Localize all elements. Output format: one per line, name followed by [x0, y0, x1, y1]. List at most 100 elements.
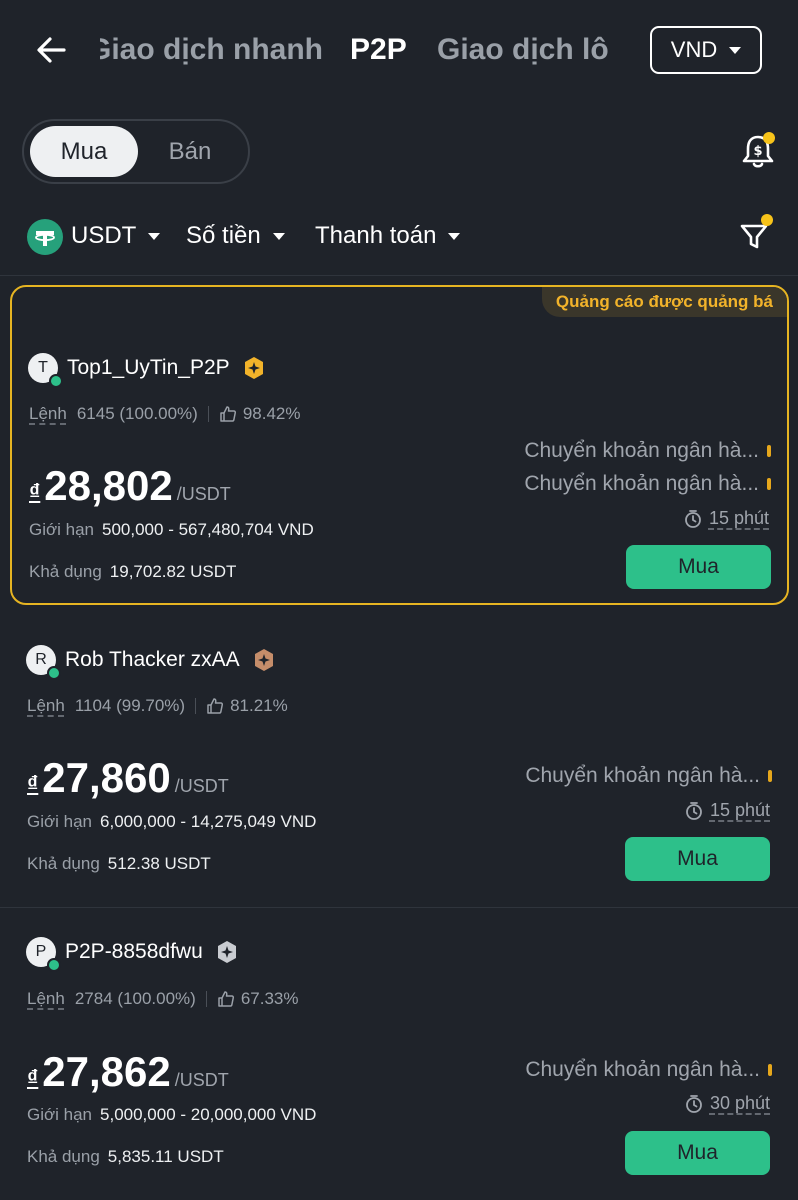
limit-label: Giới hạn: [29, 520, 95, 539]
online-status-dot: [47, 666, 61, 680]
price: ₫ 27,862 /USDT: [27, 1049, 229, 1095]
chevron-down-icon: [448, 232, 461, 240]
avatar-initial: P: [35, 943, 47, 960]
fiat-currency-select[interactable]: VND: [650, 26, 762, 74]
orders-label[interactable]: Lệnh: [29, 404, 67, 424]
buy-button[interactable]: Mua: [626, 545, 771, 589]
available-value: 512.38 USDT: [107, 854, 211, 873]
amount-filter-label: Số tiền: [186, 222, 261, 249]
payment-color-bar: [767, 445, 771, 457]
payment-method: Chuyển khoản ngân hà...: [524, 439, 771, 463]
listing-card: R Rob Thacker zxAA Lệnh 1104 (99.70%) 81…: [0, 610, 798, 906]
currency-symbol: ₫: [29, 479, 41, 504]
buy-button[interactable]: Mua: [625, 837, 770, 881]
avatar: P: [26, 937, 61, 972]
timer-icon: [686, 1094, 702, 1113]
merchant[interactable]: T Top1_UyTin_P2P: [28, 353, 266, 388]
available-row: Khả dụng 19,702.82 USDT: [29, 562, 236, 582]
merchant-name: Rob Thacker zxAA: [65, 648, 240, 671]
limit-label: Giới hạn: [27, 812, 93, 831]
timer-icon: [685, 509, 701, 528]
orders-label[interactable]: Lệnh: [27, 989, 65, 1009]
merchant-stats: Lệnh 2784 (100.00%) 67.33%: [27, 989, 298, 1009]
tab-quick-trade[interactable]: Giao dịch nhanh: [100, 30, 322, 70]
price-value: 27,862: [42, 1048, 171, 1095]
top-bar: Giao dịch nhanh P2P Giao dịch lô VND: [0, 0, 798, 100]
sell-toggle-button[interactable]: Bán: [158, 126, 222, 177]
stats-separator: [207, 406, 209, 422]
svg-text:$: $: [753, 144, 762, 159]
limit-row: Giới hạn 6,000,000 - 14,275,049 VND: [27, 812, 316, 832]
orders-count: 6145 (100.00%): [76, 404, 198, 423]
available-row: Khả dụng 512.38 USDT: [27, 854, 211, 874]
payment-time: 30 phút: [684, 1093, 770, 1114]
chevron-down-icon: [729, 46, 742, 54]
tab-block-trade[interactable]: Giao dịch lô: [437, 30, 609, 70]
buy-button[interactable]: Mua: [625, 1131, 770, 1175]
available-label: Khả dụng: [27, 854, 100, 873]
amount-filter[interactable]: Số tiền: [186, 222, 285, 250]
orders-count: 1104 (99.70%): [74, 696, 186, 715]
merchant-name: Top1_UyTin_P2P: [67, 356, 230, 379]
orders-label[interactable]: Lệnh: [27, 696, 65, 716]
usdt-coin-icon: [27, 219, 63, 255]
listing-card: Quảng cáo được quảng bá T Top1_UyTin_P2P…: [10, 285, 789, 605]
filter-row: USDT Số tiền Thanh toán: [0, 216, 798, 260]
merchant[interactable]: P P2P-8858dfwu: [26, 937, 239, 972]
limit-value: 500,000 - 567,480,704 VND: [102, 520, 314, 539]
limit-value: 6,000,000 - 14,275,049 VND: [100, 812, 317, 831]
buy-toggle-button[interactable]: Mua: [30, 126, 138, 177]
available-value: 19,702.82 USDT: [109, 562, 237, 581]
payment-method: Chuyển khoản ngân hà...: [525, 764, 772, 788]
notification-dot: [763, 132, 775, 144]
silver-merchant-badge-icon: [217, 941, 236, 963]
price-unit: /USDT: [176, 484, 231, 504]
payment-time: 15 phút: [683, 508, 769, 529]
avatar: T: [28, 353, 63, 388]
coin-filter-label: USDT: [71, 222, 137, 249]
divider: [0, 275, 798, 276]
stats-separator: [195, 698, 197, 714]
gold-merchant-badge-icon: [244, 357, 263, 379]
price: ₫ 27,860 /USDT: [27, 755, 229, 801]
avatar-initial: R: [35, 651, 47, 668]
fiat-currency-label: VND: [670, 37, 718, 62]
price-unit: /USDT: [174, 1070, 229, 1090]
payment-time: 15 phút: [684, 800, 770, 821]
payment-method-label: Chuyển khoản ngân hà...: [524, 439, 759, 462]
orders-count: 2784 (100.00%): [74, 989, 196, 1008]
payment-filter[interactable]: Thanh toán: [315, 222, 461, 250]
payment-method-label: Chuyển khoản ngân hà...: [524, 472, 759, 495]
stats-separator: [205, 991, 207, 1007]
payment-time-value: 30 phút: [709, 1093, 770, 1113]
merchant-stats: Lệnh 1104 (99.70%) 81.21%: [27, 696, 288, 716]
coin-filter[interactable]: USDT: [71, 222, 161, 250]
payment-time-value: 15 phút: [709, 800, 770, 820]
payment-method-label: Chuyển khoản ngân hà...: [525, 764, 760, 787]
tab-p2p[interactable]: P2P: [350, 30, 407, 70]
merchant-name: P2P-8858dfwu: [65, 940, 203, 963]
merchant-stats: Lệnh 6145 (100.00%) 98.42%: [29, 404, 300, 424]
limit-label: Giới hạn: [27, 1105, 93, 1124]
thumbs-up-icon: [207, 698, 224, 714]
chevron-down-icon: [148, 232, 161, 240]
available-label: Khả dụng: [27, 1147, 100, 1166]
currency-symbol: ₫: [27, 771, 39, 796]
buy-sell-toggle: Mua Bán: [22, 119, 250, 184]
price-value: 28,802: [44, 462, 173, 509]
currency-symbol: ₫: [27, 1065, 39, 1090]
back-arrow-icon[interactable]: [34, 32, 70, 68]
online-status-dot: [47, 958, 61, 972]
available-label: Khả dụng: [29, 562, 102, 581]
listing-card: P P2P-8858dfwu Lệnh 2784 (100.00%) 67.33…: [0, 904, 798, 1200]
online-status-dot: [49, 374, 63, 388]
bronze-merchant-badge-icon: [254, 649, 273, 671]
thumbs-up-icon: [218, 991, 234, 1007]
merchant[interactable]: R Rob Thacker zxAA: [26, 645, 276, 680]
rating-value: 98.42%: [242, 404, 301, 423]
limit-row: Giới hạn 5,000,000 - 20,000,000 VND: [27, 1105, 316, 1125]
limit-row: Giới hạn 500,000 - 567,480,704 VND: [29, 520, 314, 540]
limit-value: 5,000,000 - 20,000,000 VND: [100, 1105, 317, 1124]
rating-value: 67.33%: [240, 989, 299, 1008]
payment-color-bar: [768, 770, 772, 782]
